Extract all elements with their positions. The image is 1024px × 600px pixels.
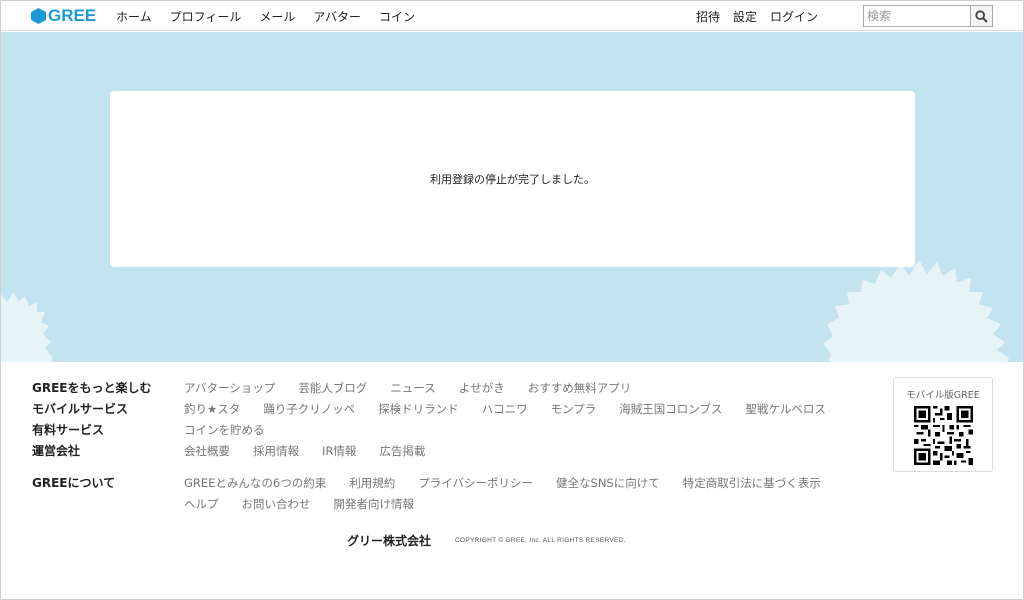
mobile-links: 釣り★スタ 踊り子クリノッペ 探検ドリランド ハコニワ モンプラ 海賊王国コロン… xyxy=(184,401,849,417)
footer-link[interactable]: 芸能人ブログ xyxy=(298,380,367,396)
footer-link[interactable]: 聖戦ケルベロス xyxy=(745,401,826,417)
search-button[interactable] xyxy=(970,6,992,26)
footer-link[interactable]: 採用情報 xyxy=(253,443,299,459)
footer-link[interactable]: ニュース xyxy=(390,380,435,396)
message-card: 利用登録の停止が完了しました。 xyxy=(110,91,915,267)
footer-link[interactable]: 踊り子クリノッペ xyxy=(263,401,355,417)
main-nav: ホーム プロフィール メール アバター コイン xyxy=(116,8,433,25)
main-content: 利用登録の停止が完了しました。 xyxy=(1,32,1023,362)
footer-link[interactable]: よせがき xyxy=(459,380,505,396)
footer-link[interactable]: 開発者向け情報 xyxy=(334,496,415,512)
qr-title: モバイル版GREE xyxy=(906,390,980,401)
nav-profile[interactable]: プロフィール xyxy=(170,8,242,25)
decorative-bush-right-icon xyxy=(823,260,1009,362)
qr-code-icon xyxy=(914,406,973,465)
paid-links: コインを貯める xyxy=(184,422,288,438)
about-links-row-1: GREEとみんなの6つの約束 利用規約 プライバシーポリシー 健全なSNSに向け… xyxy=(184,475,844,491)
mobile-qr-box[interactable]: モバイル版GREE xyxy=(893,377,993,472)
footer-link[interactable]: 利用規約 xyxy=(349,475,395,491)
footer-link[interactable]: 健全なSNSに向けて xyxy=(556,475,660,491)
logo-text: GREE xyxy=(48,6,97,25)
footer-link[interactable]: ヘルプ xyxy=(184,496,219,512)
footer-link[interactable]: ハコニワ xyxy=(482,401,528,417)
footer-link[interactable]: GREEとみんなの6つの約束 xyxy=(184,475,326,491)
footer-link[interactable]: アバターショップ xyxy=(184,380,275,396)
nav-avatar[interactable]: アバター xyxy=(313,8,361,25)
footer-link[interactable]: 海賊王国コロンブス xyxy=(619,401,722,417)
footer-link[interactable]: 釣り★スタ xyxy=(184,401,240,417)
nav-invite[interactable]: 招待 xyxy=(696,8,720,25)
footer-link[interactable]: コインを貯める xyxy=(184,422,265,438)
search-icon xyxy=(975,9,988,23)
gree-logo[interactable]: GREE xyxy=(31,6,97,25)
footer-link[interactable]: お問い合わせ xyxy=(242,496,311,512)
nav-mail[interactable]: メール xyxy=(259,8,295,25)
nav-coin[interactable]: コイン xyxy=(379,8,415,25)
footer-link[interactable]: おすすめ無料アプリ xyxy=(528,380,632,396)
decorative-bush-left-icon xyxy=(1,292,53,362)
account-nav: 招待 設定 ログイン xyxy=(696,8,831,25)
search-input[interactable] xyxy=(864,6,970,26)
nav-settings[interactable]: 設定 xyxy=(733,8,757,25)
nav-login[interactable]: ログイン xyxy=(770,8,818,25)
enjoy-links: アバターショップ 芸能人ブログ ニュース よせがき おすすめ無料アプリ xyxy=(184,380,654,396)
category-company: 運営会社 xyxy=(32,444,81,458)
copyright: COPYRIGHT © GREE, Inc. ALL RIGHTS RESERV… xyxy=(455,537,626,544)
footer-link[interactable]: IR情報 xyxy=(322,443,356,459)
company-links: 会社概要 採用情報 IR情報 広告掲載 xyxy=(184,443,448,459)
nav-home[interactable]: ホーム xyxy=(116,8,152,25)
footer-link[interactable]: モンプラ xyxy=(551,401,597,417)
about-links-row-2: ヘルプ お問い合わせ 開発者向け情報 xyxy=(184,496,437,512)
footer: GREEをもっと楽しむ モバイルサービス 有料サービス 運営会社 GREEについ… xyxy=(1,362,1023,599)
category-enjoy: GREEをもっと楽しむ xyxy=(32,381,152,395)
category-mobile: モバイルサービス xyxy=(32,402,129,416)
header-bar: GREE ホーム プロフィール メール アバター コイン 招待 設定 ログイン xyxy=(1,1,1023,31)
footer-link[interactable]: 広告掲載 xyxy=(379,443,425,459)
status-message: 利用登録の停止が完了しました。 xyxy=(430,173,595,186)
footer-link[interactable]: プライバシーポリシー xyxy=(418,475,533,491)
search-box xyxy=(863,5,993,27)
hexagon-logo-icon xyxy=(31,8,46,24)
footer-link[interactable]: 会社概要 xyxy=(184,443,230,459)
footer-link[interactable]: 探検ドリランド xyxy=(378,401,459,417)
footer-link[interactable]: 特定商取引法に基づく表示 xyxy=(683,475,821,491)
category-about: GREEについて xyxy=(32,476,116,490)
company-name: グリー株式会社 xyxy=(347,534,432,548)
category-paid: 有料サービス xyxy=(32,423,105,437)
